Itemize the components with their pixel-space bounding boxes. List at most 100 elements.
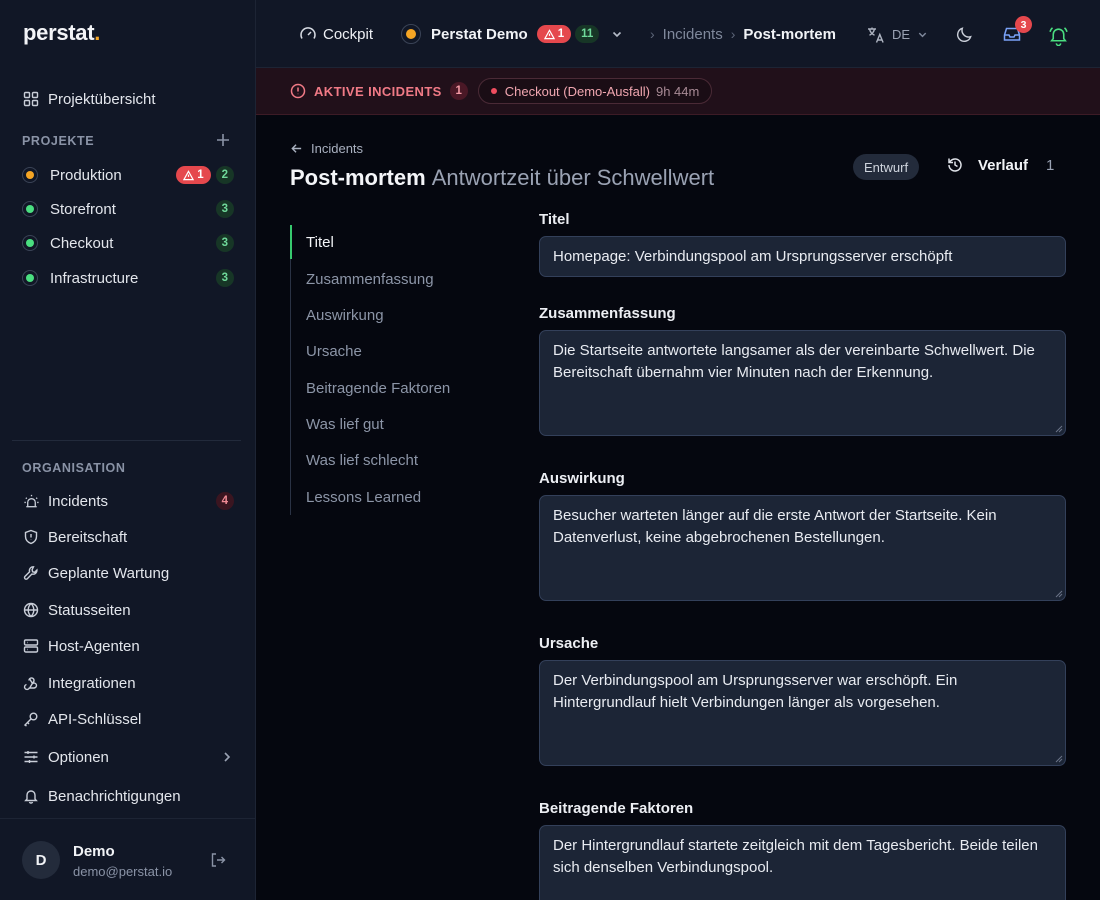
- toc-item-ursache[interactable]: Ursache: [306, 343, 362, 360]
- brand-logo[interactable]: perstat.: [23, 20, 100, 46]
- sliders-icon: [22, 748, 40, 766]
- project-name: Storefront: [50, 200, 116, 218]
- sidebar-item-bereitschaft[interactable]: Bereitschaft: [12, 521, 244, 553]
- siren-icon: [22, 492, 40, 510]
- key-icon: [22, 710, 40, 728]
- sidebar-item-label: Benachrichtigungen: [48, 787, 181, 805]
- sidebar-project-checkout[interactable]: Checkout 3: [12, 227, 244, 259]
- sidebar-item-integrationen[interactable]: Integrationen: [12, 667, 244, 699]
- toc-item-beitragende-faktoren[interactable]: Beitragende Faktoren: [306, 380, 450, 397]
- chevron-right-icon: ›: [730, 26, 736, 42]
- sidebar-item-optionen[interactable]: Optionen: [12, 741, 244, 773]
- topbar: Cockpit Perstat Demo 1 11 › Incidents › …: [256, 0, 1100, 68]
- status-dot-icon: [401, 24, 421, 44]
- toc-item-was-lief-gut[interactable]: Was lief gut: [306, 416, 384, 433]
- sidebar-divider: [12, 440, 241, 441]
- arrow-left-icon: [291, 144, 302, 153]
- count-badge: 11: [575, 25, 600, 43]
- title-input[interactable]: Homepage: Verbindungspool am Ursprungsse…: [539, 236, 1066, 277]
- factors-field-label: Beitragende Faktoren: [539, 800, 694, 817]
- moon-icon: [955, 25, 973, 43]
- status-badge: Entwurf: [853, 154, 920, 180]
- alert-badge: 1: [176, 166, 211, 184]
- project-switcher[interactable]: Perstat Demo 1 11: [401, 0, 623, 68]
- sidebar-item-statusseiten[interactable]: Statusseiten: [12, 594, 244, 626]
- sidebar-item-api-schluessel[interactable]: API-Schlüssel: [12, 703, 244, 735]
- sidebar-project-storefront[interactable]: Storefront 3: [12, 193, 244, 225]
- toc-item-was-lief-schlecht[interactable]: Was lief schlecht: [306, 452, 418, 469]
- translate-icon: [866, 25, 884, 43]
- grid-icon: [22, 90, 40, 108]
- cause-textarea[interactable]: Der Verbindungspool am Ursprungsserver w…: [539, 660, 1066, 766]
- webhook-icon: [22, 674, 40, 692]
- language-switcher[interactable]: DE: [866, 0, 928, 68]
- history-button[interactable]: Verlauf 1: [946, 156, 1054, 174]
- incident-duration: 9h 44m: [655, 83, 700, 99]
- summary-textarea[interactable]: Die Startseite antwortete langsamer als …: [539, 330, 1066, 436]
- back-link[interactable]: Incidents: [290, 141, 363, 156]
- sidebar-item-benachrichtigungen[interactable]: Benachrichtigungen: [12, 780, 244, 812]
- alert-badge: 1: [536, 25, 572, 43]
- sidebar-project-infrastructure[interactable]: Infrastructure 3: [12, 262, 244, 294]
- sidebar-item-host-agenten[interactable]: Host-Agenten: [12, 630, 244, 662]
- sidebar-item-project-overview[interactable]: Projektübersicht: [12, 83, 244, 115]
- count-badge: 3: [215, 269, 234, 287]
- history-icon: [946, 156, 964, 174]
- count-badge: 3: [215, 200, 234, 218]
- status-dot-icon: [22, 201, 38, 217]
- sidebar-item-label: Bereitschaft: [48, 528, 128, 546]
- incidents-count-badge: 4: [215, 492, 234, 510]
- cockpit-link[interactable]: Cockpit: [299, 0, 373, 68]
- user-name: Demo: [73, 843, 115, 860]
- theme-toggle[interactable]: [955, 0, 973, 68]
- sidebar-item-geplante-wartung[interactable]: Geplante Wartung: [12, 557, 244, 589]
- sidebar-item-label: Geplante Wartung: [48, 564, 170, 582]
- alerts-button[interactable]: [1048, 0, 1068, 68]
- alert-circle-icon: [290, 83, 306, 99]
- sidebar-project-produktion[interactable]: Produktion 1 2: [12, 159, 244, 191]
- toc-item-auswirkung[interactable]: Auswirkung: [306, 307, 384, 324]
- breadcrumb: › Incidents › Post-mortem: [642, 0, 836, 68]
- toc-item-lessons-learned[interactable]: Lessons Learned: [306, 489, 421, 506]
- bell-ring-icon: [1048, 25, 1068, 46]
- active-incidents-bar: AKTIVE INCIDENTS 1 Checkout (Demo-Ausfal…: [256, 68, 1100, 115]
- chevron-down-icon: [917, 29, 928, 40]
- impact-textarea[interactable]: Besucher warteten länger auf die erste A…: [539, 495, 1066, 601]
- sidebar-item-label: Statusseiten: [48, 601, 131, 619]
- inbox-button[interactable]: 3: [1002, 0, 1032, 68]
- count-badge: 3: [215, 234, 234, 252]
- incident-dot-icon: [490, 88, 497, 94]
- globe-icon: [22, 601, 40, 619]
- title-field-label: Titel: [539, 211, 570, 228]
- chevron-down-icon: [611, 28, 623, 40]
- incident-name: Checkout (Demo-Ausfall): [504, 83, 650, 99]
- organisation-section-title: ORGANISATION: [22, 461, 126, 475]
- active-incidents-count: 1: [449, 82, 468, 100]
- status-dot-icon: [22, 270, 38, 286]
- count-badge: 2: [215, 166, 234, 184]
- projects-section-title: PROJEKTE: [22, 134, 95, 148]
- active-incidents-title: AKTIVE INCIDENTS: [314, 83, 442, 99]
- gauge-icon: [299, 25, 317, 43]
- resize-handle-icon: [1055, 425, 1063, 433]
- sidebar-item-label: Integrationen: [48, 674, 136, 692]
- avatar[interactable]: D: [22, 841, 60, 879]
- resize-handle-icon: [1055, 590, 1063, 598]
- impact-field-label: Auswirkung: [539, 470, 625, 487]
- logout-icon[interactable]: [209, 851, 227, 869]
- sidebar-item-label: Incidents: [48, 492, 109, 510]
- active-section-marker: [290, 225, 292, 259]
- cause-field-label: Ursache: [539, 635, 599, 652]
- toc-item-zusammenfassung[interactable]: Zusammenfassung: [306, 271, 434, 288]
- user-panel: D Demo demo@perstat.io: [0, 818, 255, 900]
- factors-textarea[interactable]: Der Hintergrundlauf startete zeitgleich …: [539, 825, 1066, 900]
- add-project-icon[interactable]: [214, 131, 232, 149]
- breadcrumb-incidents[interactable]: Incidents: [663, 26, 723, 43]
- sidebar-item-label: Host-Agenten: [48, 637, 140, 655]
- sidebar-item-incidents[interactable]: Incidents 4: [12, 485, 244, 517]
- sidebar-item-label: Projektübersicht: [48, 90, 156, 108]
- active-incident-pill[interactable]: Checkout (Demo-Ausfall) 9h 44m: [477, 78, 713, 104]
- toc-item-titel[interactable]: Titel: [306, 234, 334, 251]
- server-icon: [22, 637, 40, 655]
- status-dot-icon: [22, 167, 38, 183]
